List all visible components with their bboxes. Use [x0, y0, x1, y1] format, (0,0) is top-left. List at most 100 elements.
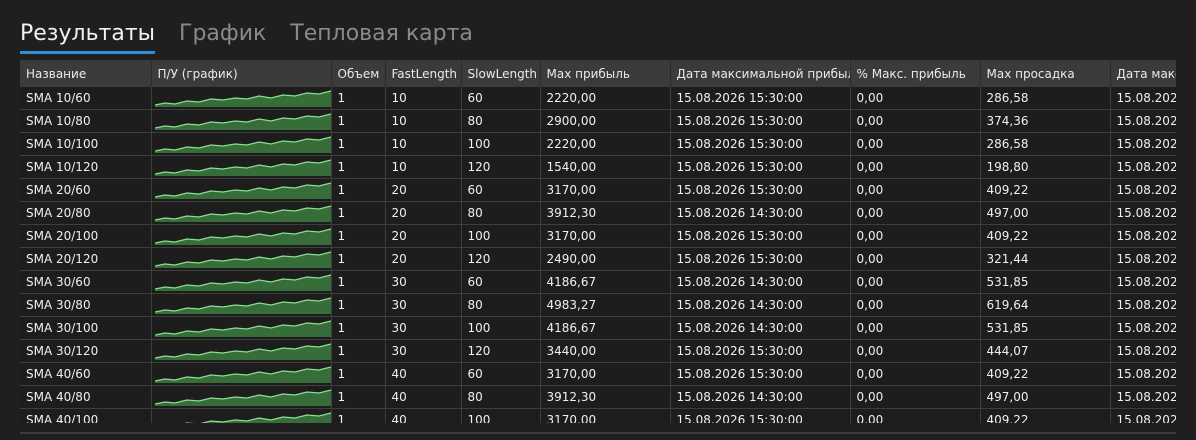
table-row[interactable]: SMA 10/100 1 10 100 2220,00 15.08.2026 15:30:…: [20, 132, 1176, 156]
cell-max-drawdown: 497,00: [980, 201, 1111, 225]
cell-pct-max-profit: 0,00: [850, 178, 981, 202]
cell-slow-length: 120: [461, 155, 541, 179]
pnl-sparkline: [151, 132, 332, 156]
cell-slow-length: 80: [461, 201, 541, 225]
cell-name: SMA 10/100: [20, 132, 152, 156]
cell-pct-max-profit: 0,00: [850, 109, 981, 133]
tab-results[interactable]: Результаты: [20, 18, 156, 54]
pnl-sparkline: [151, 385, 332, 409]
cell-fast-length: 10: [385, 132, 462, 156]
col-header-max-profit[interactable]: Max прибыль: [540, 61, 671, 87]
tab-bar: Результаты График Тепловая карта: [20, 18, 473, 54]
cell-max-profit: 4186,67: [540, 270, 671, 294]
cell-drawdown-date: 15.08.2026: [1110, 109, 1176, 133]
cell-max-profit: 2220,00: [540, 132, 671, 156]
cell-drawdown-date: 15.08.2026: [1110, 339, 1176, 363]
tab-heatmap[interactable]: Тепловая карта: [290, 18, 473, 54]
cell-name: SMA 20/100: [20, 224, 152, 248]
cell-pct-max-profit: 0,00: [850, 132, 981, 156]
cell-max-profit-date: 15.08.2026 15:30:00: [670, 155, 851, 179]
col-header-max-drawdown[interactable]: Max просадка: [980, 61, 1111, 87]
pnl-sparkline: [151, 224, 332, 248]
cell-max-profit-date: 15.08.2026 14:30:00: [670, 385, 851, 409]
cell-slow-length: 100: [461, 316, 541, 340]
cell-pct-max-profit: 0,00: [850, 316, 981, 340]
cell-drawdown-date: 15.08.2026: [1110, 155, 1176, 179]
table-row[interactable]: SMA 30/60 1 30 60 4186,67 15.08.2026 14:30:00…: [20, 270, 1176, 294]
col-header-drawdown-date[interactable]: Дата макси: [1110, 61, 1176, 87]
table-row[interactable]: SMA 20/80 1 20 80 3912,30 15.08.2026 14:30:00…: [20, 201, 1176, 225]
col-header-max-profit-date[interactable]: Дата максимальной прибыли: [670, 61, 851, 87]
table-row[interactable]: SMA 10/120 1 10 120 1540,00 15.08.2026 15:30:…: [20, 155, 1176, 179]
col-header-pnl-chart[interactable]: П/У (график): [151, 61, 332, 87]
table-row[interactable]: SMA 20/100 1 20 100 3170,00 15.08.2026 15:30:…: [20, 224, 1176, 248]
cell-name: SMA 10/120: [20, 155, 152, 179]
cell-max-profit: 3170,00: [540, 178, 671, 202]
cell-fast-length: 20: [385, 247, 462, 271]
cell-drawdown-date: 15.08.2026: [1110, 385, 1176, 409]
cell-pct-max-profit: 0,00: [850, 201, 981, 225]
tab-chart[interactable]: График: [179, 18, 266, 54]
cell-drawdown-date: 15.08.2026: [1110, 362, 1176, 386]
cell-fast-length: 40: [385, 385, 462, 409]
pnl-sparkline: [151, 293, 332, 317]
cell-name: SMA 40/80: [20, 385, 152, 409]
cell-max-drawdown: 286,58: [980, 132, 1111, 156]
cell-max-profit-date: 15.08.2026 14:30:00: [670, 293, 851, 317]
table-row[interactable]: SMA 30/120 1 30 120 3440,00 15.08.2026 15:30:…: [20, 339, 1176, 363]
cell-max-profit: 4186,67: [540, 316, 671, 340]
pnl-sparkline: [151, 362, 332, 386]
col-header-fast-length[interactable]: FastLength: [385, 61, 462, 87]
cell-max-profit-date: 15.08.2026 15:30:00: [670, 132, 851, 156]
cell-volume: 1: [331, 362, 386, 386]
cell-slow-length: 120: [461, 247, 541, 271]
cell-max-drawdown: 619,64: [980, 293, 1111, 317]
cell-pct-max-profit: 0,00: [850, 385, 981, 409]
cell-fast-length: 10: [385, 155, 462, 179]
pnl-sparkline: [151, 155, 332, 179]
cell-volume: 1: [331, 339, 386, 363]
col-header-name[interactable]: Название: [20, 61, 152, 87]
cell-max-profit-date: 15.08.2026 14:30:00: [670, 201, 851, 225]
pnl-sparkline: [151, 316, 332, 340]
table-row[interactable]: SMA 20/60 1 20 60 3170,00 15.08.2026 15:30:00…: [20, 178, 1176, 202]
cell-pct-max-profit: 0,00: [850, 155, 981, 179]
cell-slow-length: 100: [461, 224, 541, 248]
table-row[interactable]: SMA 30/100 1 30 100 4186,67 15.08.2026 14:30:…: [20, 316, 1176, 340]
col-header-pct-max-profit[interactable]: % Макс. прибыль: [850, 61, 981, 87]
pnl-sparkline: [151, 178, 332, 202]
cell-slow-length: 80: [461, 385, 541, 409]
cell-max-profit: 2490,00: [540, 247, 671, 271]
col-header-volume[interactable]: Объем: [331, 61, 386, 87]
cell-max-profit: 3170,00: [540, 224, 671, 248]
cell-drawdown-date: 15.08.2026: [1110, 132, 1176, 156]
cell-pct-max-profit: 0,00: [850, 270, 981, 294]
cell-name: SMA 10/80: [20, 109, 152, 133]
cell-slow-length: 100: [461, 408, 541, 423]
cell-max-profit: 2220,00: [540, 87, 671, 110]
table-row[interactable]: SMA 20/120 1 20 120 2490,00 15.08.2026 15:30:…: [20, 247, 1176, 271]
cell-max-drawdown: 531,85: [980, 316, 1111, 340]
cell-pct-max-profit: 0,00: [850, 293, 981, 317]
table-row[interactable]: SMA 40/100 1 40 100 3170,00 15.08.2026 15:30:…: [20, 408, 1176, 423]
table-row[interactable]: SMA 30/80 1 30 80 4983,27 15.08.2026 14:30:00…: [20, 293, 1176, 317]
cell-max-profit-date: 15.08.2026 14:30:00: [670, 316, 851, 340]
table-row[interactable]: SMA 40/60 1 40 60 3170,00 15.08.2026 15:30:00…: [20, 362, 1176, 386]
pnl-sparkline: [151, 201, 332, 225]
header-row: Название П/У (график) Объем FastLength S…: [20, 61, 1176, 87]
cell-fast-length: 10: [385, 109, 462, 133]
cell-drawdown-date: 15.08.2026: [1110, 270, 1176, 294]
table-row[interactable]: SMA 10/60 1 10 60 2220,00 15.08.2026 15:30:00…: [20, 87, 1176, 110]
cell-max-drawdown: 321,44: [980, 247, 1111, 271]
cell-max-profit: 3170,00: [540, 408, 671, 423]
horizontal-scrollbar[interactable]: [20, 432, 1176, 434]
pnl-sparkline: [151, 87, 332, 110]
cell-max-drawdown: 531,85: [980, 270, 1111, 294]
col-header-slow-length[interactable]: SlowLength: [461, 61, 541, 87]
cell-max-profit-date: 15.08.2026 15:30:00: [670, 247, 851, 271]
cell-pct-max-profit: 0,00: [850, 247, 981, 271]
pnl-sparkline: [151, 247, 332, 271]
cell-slow-length: 120: [461, 339, 541, 363]
table-row[interactable]: SMA 10/80 1 10 80 2900,00 15.08.2026 15:30:00…: [20, 109, 1176, 133]
table-row[interactable]: SMA 40/80 1 40 80 3912,30 15.08.2026 14:30:00…: [20, 385, 1176, 409]
